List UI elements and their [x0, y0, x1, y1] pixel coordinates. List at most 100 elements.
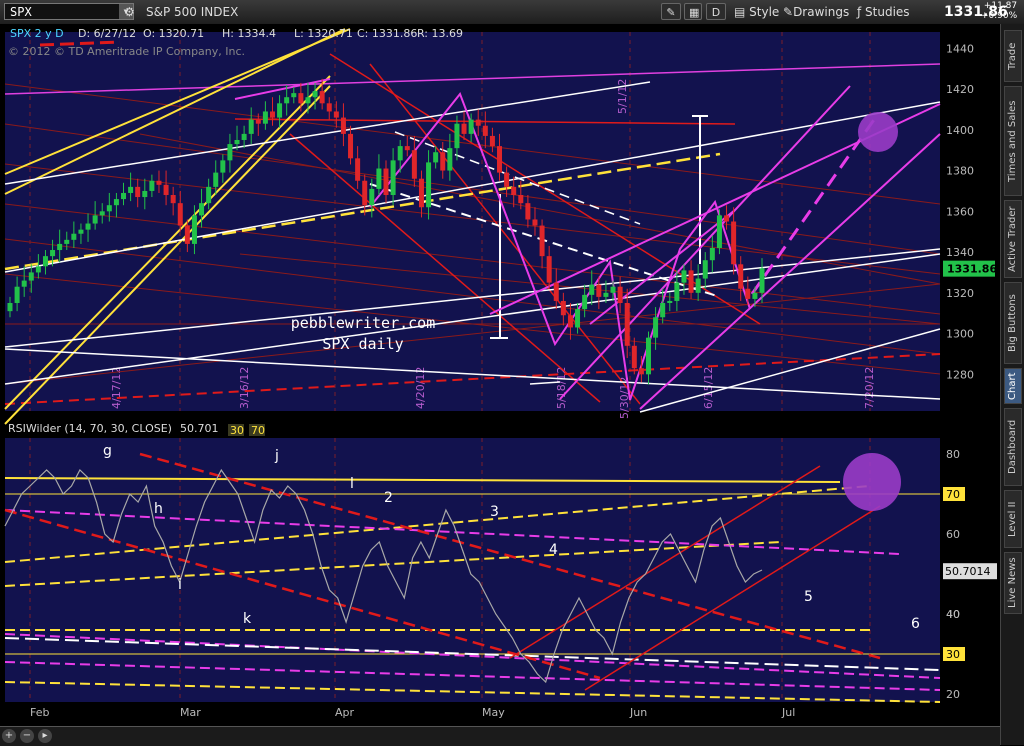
x-axis-label: Apr	[335, 706, 355, 719]
candle-body	[426, 162, 432, 208]
candle-body	[85, 223, 91, 230]
candle-body	[383, 168, 389, 196]
zoom-out-icon[interactable]: −	[20, 729, 34, 743]
candle-body	[553, 282, 559, 301]
candle-body	[596, 284, 602, 297]
gear-icon[interactable]: ⚙	[124, 4, 135, 20]
candle-body	[170, 195, 176, 204]
candle-body	[21, 280, 27, 287]
tab-times-and-sales[interactable]: Times and Sales	[1004, 86, 1022, 196]
rsi-tick-label: 80	[946, 448, 960, 461]
drawings-label: Drawings	[793, 5, 850, 19]
rsi-last-label: 50.7014	[945, 565, 991, 578]
candle-body	[163, 184, 169, 196]
rsi-annotation: 4	[549, 542, 558, 558]
scroll-right-icon[interactable]: ▸	[38, 729, 52, 743]
candle-body	[50, 250, 56, 257]
tab-active-trader[interactable]: Active Trader	[1004, 200, 1022, 278]
tab-level-ii[interactable]: Level II	[1004, 490, 1022, 548]
pencil-icon[interactable]: ✎	[661, 3, 681, 20]
symbol-text: SPX	[10, 5, 32, 19]
right-tab-bar: Trade Times and Sales Active Trader Big But…	[1000, 24, 1024, 745]
symbol-input[interactable]: SPX ▼	[4, 3, 134, 20]
candle-body	[546, 256, 552, 283]
ohlc-low: L: 1320.71	[294, 27, 353, 40]
candle-body	[78, 229, 84, 234]
rsi-annotation: 2	[384, 490, 393, 506]
chart-area[interactable]: 3/16/12 4/20/12 5/18/12 6/15/12 7/20/125/1/1…	[0, 24, 1000, 726]
rsi-tick-label: 60	[946, 528, 960, 541]
candle-body	[64, 239, 70, 244]
drawings-menu[interactable]: ✎Drawings	[783, 4, 849, 20]
candle-body	[92, 215, 98, 224]
candle-body	[42, 256, 48, 267]
drawings-icon: ✎	[783, 5, 794, 19]
zoom-in-icon[interactable]: +	[2, 729, 16, 743]
candle-body	[227, 144, 233, 161]
candle-body	[624, 303, 630, 346]
candle-body	[213, 172, 219, 187]
toolbar: SPX ▼ ⚙ S&P 500 INDEX ✎ ▦ D ▤ Style ✎Dra…	[0, 0, 1024, 25]
price-tick-label: 1380	[946, 165, 974, 178]
candle-body	[14, 286, 20, 304]
rsi-annotation: g	[103, 443, 112, 459]
change-value: +11.87	[983, 1, 1018, 11]
rsi-param-label: 70	[251, 424, 265, 437]
candle-body	[348, 133, 354, 159]
candle-body	[262, 111, 268, 124]
candle-body	[397, 146, 403, 161]
candle-body	[497, 146, 503, 173]
candle-body	[539, 225, 545, 257]
last-price-label: 1331.86	[947, 263, 997, 276]
tab-live-news[interactable]: Live News	[1004, 552, 1022, 614]
grid-icon[interactable]: ▦	[684, 3, 702, 20]
rsi-annotation: l	[350, 476, 354, 492]
candle-body	[305, 97, 311, 104]
candle-body	[35, 266, 41, 273]
candle-body	[709, 247, 715, 261]
candle-body	[121, 192, 127, 200]
candle-body	[567, 315, 573, 328]
candle-body	[156, 180, 162, 185]
candle-body	[191, 215, 197, 244]
candle-body	[128, 186, 134, 193]
period-button[interactable]: D	[706, 3, 726, 20]
tab-big-buttons[interactable]: Big Buttons	[1004, 282, 1022, 364]
candle-body	[702, 260, 708, 279]
tab-dashboard[interactable]: Dashboard	[1004, 408, 1022, 486]
studies-menu[interactable]: ƒ Studies	[857, 4, 910, 20]
candle-body	[603, 292, 609, 297]
candle-body	[560, 300, 566, 316]
price-change: +11.87 +0.90%	[981, 1, 1017, 21]
ohlc-high: H: 1334.4	[222, 27, 276, 40]
date-marker-label: 3/16/12	[238, 367, 251, 409]
style-icon: ▤	[734, 5, 750, 19]
rsi-target-circle	[843, 453, 901, 511]
candle-body	[582, 294, 588, 310]
candle-body	[532, 219, 538, 226]
x-axis-label: Jul	[781, 706, 795, 719]
price-tick-label: 1440	[946, 42, 974, 55]
candle-body	[447, 148, 453, 171]
candle-body	[248, 119, 254, 134]
candle-body	[716, 215, 722, 248]
rsi-level-label: 70	[946, 488, 960, 501]
style-menu[interactable]: ▤ Style	[734, 4, 779, 20]
tab-chart[interactable]: Chart	[1004, 368, 1022, 404]
ohlc-close: C: 1331.86	[357, 27, 417, 40]
price-tick-label: 1280	[946, 368, 974, 381]
price-tick-label: 1340	[946, 246, 974, 259]
candle-body	[667, 300, 673, 304]
candle-body	[199, 203, 205, 216]
candle-body	[362, 180, 368, 206]
price-tick-label: 1360	[946, 205, 974, 218]
candle-body	[333, 111, 339, 118]
candle-body	[71, 233, 77, 240]
ohlc-date: D: 6/27/12	[78, 27, 136, 40]
candle-body	[106, 205, 112, 212]
candle-body	[298, 93, 304, 104]
tab-trade[interactable]: Trade	[1004, 30, 1022, 82]
candle-body	[269, 111, 275, 118]
candle-body	[688, 270, 694, 293]
candle-body	[617, 286, 623, 304]
